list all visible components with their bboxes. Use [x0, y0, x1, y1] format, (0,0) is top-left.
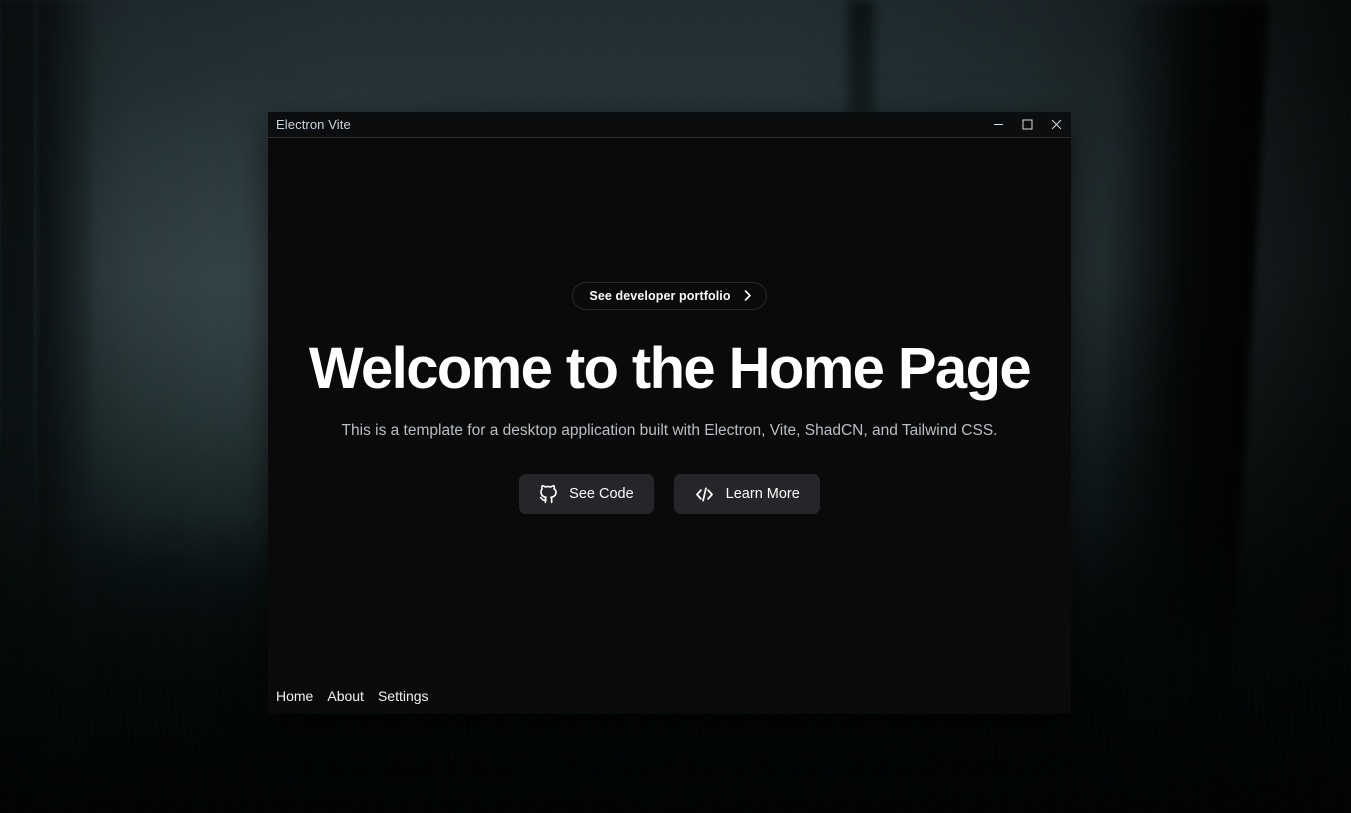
- page-title: Welcome to the Home Page: [308, 335, 1032, 401]
- github-icon: [539, 484, 558, 504]
- hero-actions: See Code Learn More: [519, 474, 820, 515]
- see-developer-portfolio-label: See developer portfolio: [589, 288, 731, 303]
- chevron-right-icon: [741, 289, 754, 302]
- bottom-navigation: Home About Settings: [268, 686, 431, 706]
- see-developer-portfolio-button[interactable]: See developer portfolio: [572, 281, 767, 310]
- maximize-button[interactable]: [1013, 112, 1042, 138]
- minimize-button[interactable]: [984, 112, 1013, 138]
- window-controls: [984, 112, 1071, 138]
- home-page-content: See developer portfolio Welcome to the H…: [268, 138, 1071, 714]
- desktop-wallpaper: Electron Vite See developer portfolio We…: [0, 0, 1351, 813]
- see-code-label: See Code: [569, 486, 634, 503]
- window-title: Electron Vite: [276, 117, 351, 132]
- code-brackets-icon: [694, 485, 715, 504]
- window-titlebar[interactable]: Electron Vite: [268, 112, 1071, 138]
- learn-more-button[interactable]: Learn More: [673, 474, 820, 515]
- nav-link-home[interactable]: Home: [274, 686, 315, 706]
- learn-more-label: Learn More: [725, 486, 800, 503]
- nav-link-about[interactable]: About: [325, 686, 366, 706]
- application-window: Electron Vite See developer portfolio We…: [268, 112, 1071, 714]
- page-subtitle: This is a template for a desktop applica…: [341, 422, 998, 440]
- close-button[interactable]: [1042, 112, 1071, 138]
- nav-link-settings[interactable]: Settings: [376, 686, 431, 706]
- see-code-button[interactable]: See Code: [519, 474, 654, 515]
